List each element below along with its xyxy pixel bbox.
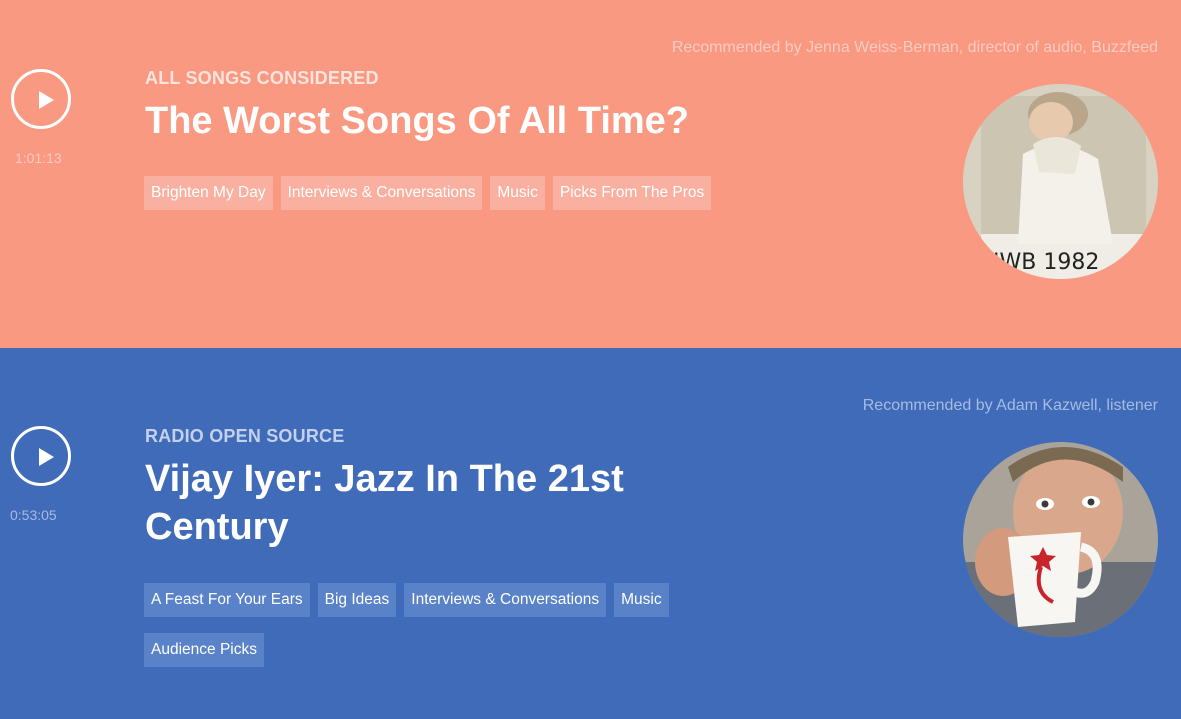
tag[interactable]: Big Ideas (317, 583, 397, 617)
tag[interactable]: Brighten My Day (144, 176, 273, 210)
recommended-by: Recommended by Jenna Weiss-Berman, direc… (671, 39, 1158, 56)
play-icon[interactable] (11, 426, 71, 486)
episode-title[interactable]: The Worst Songs Of All Time? (145, 97, 765, 145)
tag[interactable]: Music (490, 176, 545, 210)
recommender-avatar: JWB 1982 (963, 84, 1158, 279)
episode-card: Recommended by Adam Kazwell, listener 0:… (0, 348, 1181, 719)
photo-caption: JWB 1982 (991, 250, 1099, 275)
tag[interactable]: Music (614, 583, 669, 617)
recommender-avatar (963, 442, 1158, 637)
recommended-by: Recommended by Adam Kazwell, listener (862, 397, 1158, 414)
tag-list: A Feast For Your Ears Big Ideas Intervie… (144, 583, 744, 667)
tag-list: Brighten My Day Interviews & Conversatio… (144, 176, 744, 210)
tag[interactable]: Audience Picks (144, 633, 264, 667)
play-icon[interactable] (11, 69, 71, 129)
episode-card: Recommended by Jenna Weiss-Berman, direc… (0, 0, 1181, 348)
tag[interactable]: Interviews & Conversations (280, 176, 483, 210)
tag[interactable]: Interviews & Conversations (404, 583, 607, 617)
episode-duration: 0:53:05 (10, 507, 57, 523)
tag[interactable]: Picks From The Pros (552, 176, 712, 210)
episode-title[interactable]: Vijay Iyer: Jazz In The 21st Century (145, 455, 765, 551)
show-name[interactable]: ALL SONGS CONSIDERED (145, 68, 379, 89)
episode-duration: 1:01:13 (15, 150, 62, 166)
show-name[interactable]: RADIO OPEN SOURCE (145, 426, 344, 447)
tag[interactable]: A Feast For Your Ears (144, 583, 310, 617)
